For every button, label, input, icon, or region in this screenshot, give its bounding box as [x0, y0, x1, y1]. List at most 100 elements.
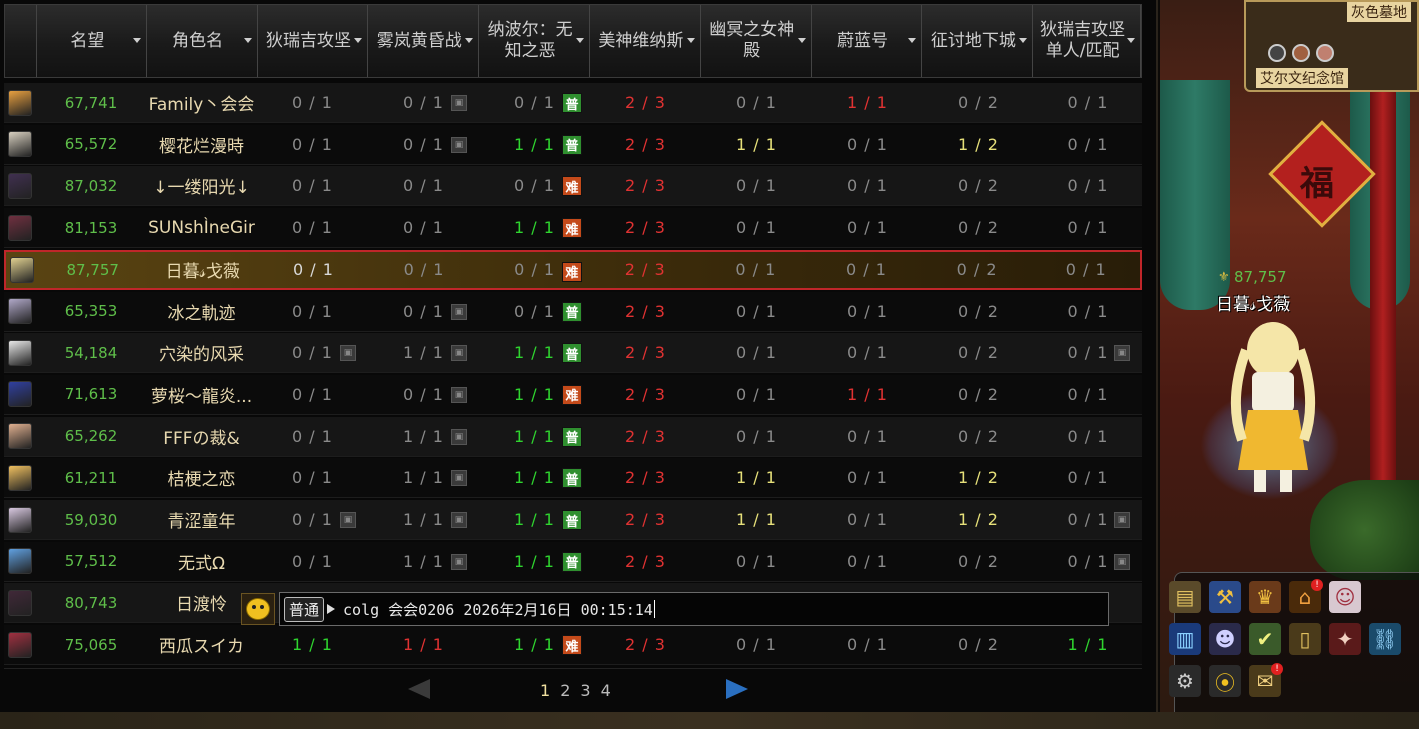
progress-value: 0 / 1	[736, 301, 777, 321]
chat-channel-label[interactable]: 普通	[284, 596, 325, 622]
menu-notes-icon[interactable]: ✉!	[1249, 663, 1283, 697]
column-header-d3[interactable]: 纳波尔：无知之恶	[479, 5, 590, 77]
progress-value: 1 / 1	[403, 468, 444, 488]
table-row[interactable]: 75,065 西瓜スイカ 1 / 1 1 / 1 1 / 1 难 2 / 3 0 / 1 0 /…	[4, 625, 1142, 666]
table-row[interactable]: 65,353 冰之軌迹 0 / 10 / 1 ▣ 0 / 1普2 / 30 / 10 /…	[4, 291, 1142, 332]
menu-crown-icon[interactable]: ♛	[1249, 581, 1281, 613]
progress-cell: 2 / 3	[590, 252, 701, 288]
column-header-d2[interactable]: 雾岚黄昏战	[368, 5, 480, 77]
character-name[interactable]: 日暮𝓈戈薇	[1216, 290, 1290, 315]
page-number[interactable]: 3	[580, 681, 590, 700]
minimap[interactable]: 灰色墓地 艾尔文纪念馆	[1244, 0, 1419, 92]
sort-arrow-icon[interactable]	[576, 38, 584, 43]
sort-arrow-icon[interactable]	[797, 38, 806, 43]
minimap-npc-icon[interactable]	[1316, 44, 1334, 62]
prev-page-arrow-icon[interactable]	[408, 679, 430, 699]
column-header-d7[interactable]: 征讨地下城	[922, 5, 1034, 77]
emoji-button[interactable]	[241, 593, 275, 625]
progress-cell: 1 / 1 ▣	[368, 458, 479, 497]
progress-value: 0 / 1	[736, 426, 777, 446]
page-number[interactable]: 2	[560, 681, 570, 700]
character-name: 穴染的风采	[159, 345, 244, 366]
menu-link-icon[interactable]: ⛓	[1369, 623, 1401, 655]
table-row[interactable]: 81,153 SUNshÌneGir 0 / 1 0 / 1 1 / 1 难 2 / 3 0 …	[4, 208, 1142, 249]
progress-value: 0 / 2	[958, 635, 999, 655]
progress-value: 2 / 3	[625, 343, 666, 363]
table-row[interactable]: 54,184 穴染的风采 0 / 1 ▣ 1 / 1 ▣ 1 / 1普2 / 30 / 10…	[4, 333, 1142, 374]
table-row[interactable]: 59,030 青涩童年 0 / 1 ▣ 1 / 1 ▣ 1 / 1 普 2 / 3 1 / 1 0 …	[4, 500, 1142, 540]
menu-character-icon[interactable]: ☻	[1209, 623, 1241, 655]
progress-cell: 0 / 1	[812, 166, 923, 205]
table-row-selected[interactable]: 87,757 日暮𝓈戈薇 0 / 10 / 10 / 1难2 / 30 / 10 /…	[4, 249, 1142, 290]
normal-difficulty-badge: 普	[562, 510, 582, 530]
character-name: 日暮𝓈戈薇	[165, 262, 240, 283]
notification-badge: !	[1311, 579, 1323, 591]
character-name: ↓一缕阳光↓	[153, 178, 250, 199]
page-number[interactable]: 4	[601, 681, 611, 700]
sort-arrow-icon[interactable]	[132, 38, 141, 43]
menu-home-icon[interactable]: ⌂!	[1289, 579, 1323, 613]
menu-misc-icon[interactable]: ⚙	[1169, 665, 1201, 697]
red-pillar	[1370, 60, 1396, 540]
progress-value: 1 / 1	[403, 343, 444, 363]
avatar	[8, 464, 32, 491]
table-row[interactable]: 87,032 ↓一缕阳光↓ 0 / 10 / 10 / 1难2 / 30 / 10 …	[4, 166, 1142, 207]
table-row[interactable]: 57,512 无式Ω 0 / 11 / 1 ▣ 1 / 1普2 / 30 / 10 / …	[4, 541, 1142, 582]
normal-difficulty-badge: 普	[562, 93, 582, 113]
normal-difficulty-badge: 普	[562, 426, 582, 447]
column-header-d4[interactable]: 美神维纳斯	[590, 5, 701, 77]
page-number[interactable]: 1	[540, 681, 550, 700]
progress-cell: 0 / 1 ▣	[368, 83, 479, 122]
column-header-fame[interactable]: 名望	[37, 5, 147, 77]
table-row[interactable]: 61,211 桔梗之恋 0 / 1 1 / 1 ▣ 1 / 1 普 2 / 3 1 / 1 0 /…	[4, 458, 1142, 499]
menu-tool-icon[interactable]: ⚒	[1209, 581, 1241, 613]
lock-icon: ▣	[340, 345, 356, 362]
column-header-d6[interactable]: 蔚蓝号	[812, 5, 923, 77]
character-sprite[interactable]	[1218, 320, 1328, 495]
menu-scroll-icon[interactable]: ▤	[1169, 581, 1201, 613]
table-row[interactable]: 67,741 Family丶会会 0 / 1 0 / 1 ▣ 0 / 1 普 2 / 3 0 /…	[4, 83, 1142, 123]
column-header-d5[interactable]: 幽冥之女神殿	[701, 5, 812, 77]
progress-cell: 1 / 1	[701, 458, 812, 497]
menu-pet-icon[interactable]: ✦	[1329, 623, 1361, 655]
progress-value: 0 / 1	[1067, 468, 1109, 488]
channel-arrow-icon[interactable]	[327, 604, 336, 614]
progress-cell: 1 / 1	[368, 625, 479, 664]
minimap-npc-icon[interactable]	[1292, 44, 1310, 62]
menu-card-icon[interactable]: ▯	[1289, 623, 1321, 655]
table-row[interactable]: 71,613 萝桜～龍炎... 0 / 1 0 / 1 ▣ 1 / 1 难 2 / 3 0 / …	[4, 374, 1142, 415]
hard-difficulty-badge: 难	[562, 635, 582, 656]
menu-book-icon[interactable]: ▥	[1169, 623, 1201, 655]
fame-value: 65,262	[64, 427, 118, 446]
sort-arrow-icon[interactable]	[908, 38, 917, 43]
sort-arrow-icon[interactable]	[1019, 38, 1028, 43]
progress-value: 2 / 3	[625, 93, 666, 112]
chat-input[interactable]: 普通 colg 会会0206 2026年2月16日 00:15:14	[279, 592, 1109, 626]
progress-cell: 0 / 1	[1034, 458, 1142, 497]
minimap-marker-icon[interactable]	[1268, 44, 1286, 62]
table-row[interactable]: 65,572 樱花烂漫時 0 / 1 0 / 1 ▣ 1 / 1 普 2 / 3 1 / 1 0 …	[4, 124, 1142, 165]
character-name: 无式Ω	[178, 553, 225, 574]
menu-portrait-icon[interactable]: ☺	[1329, 581, 1361, 613]
sort-arrow-icon[interactable]	[243, 38, 252, 43]
sort-arrow-icon[interactable]	[465, 38, 474, 43]
progress-value: 0 / 1	[292, 301, 333, 321]
sort-arrow-icon[interactable]	[686, 38, 695, 43]
column-header-name[interactable]: 角色名	[147, 5, 258, 77]
sort-arrow-icon[interactable]	[1127, 38, 1136, 43]
column-header-d1[interactable]: 狄瑞吉攻坚	[258, 5, 369, 77]
menu-location-icon[interactable]: ⦿	[1209, 665, 1241, 697]
progress-value: 0 / 1	[736, 635, 777, 655]
progress-value: 1 / 1	[403, 551, 444, 571]
sort-arrow-icon[interactable]	[354, 38, 363, 43]
progress-value: 2 / 3	[625, 218, 666, 238]
column-header-label: 蔚蓝号	[837, 30, 889, 51]
table-row[interactable]: 65,262 FFFの裁& 0 / 1 1 / 1 ▣ 1 / 1 普 2 / 3 0 / 1 0…	[4, 416, 1142, 457]
progress-cell: 0 / 1 普	[479, 83, 590, 122]
menu-checklist-icon[interactable]: ✔	[1249, 623, 1281, 655]
progress-value: 2 / 3	[625, 551, 666, 571]
guild-dungeon-progress-panel: 名望 角色名 狄瑞吉攻坚 雾岚黄昏战 纳波尔：无知之恶 美神维纳斯 幽冥之女神殿 蔚蓝号 征讨地…	[0, 0, 1158, 729]
column-header-d8[interactable]: 狄瑞吉攻坚单人/匹配	[1033, 5, 1142, 77]
progress-cell: 0 / 1	[701, 208, 812, 247]
next-page-arrow-icon[interactable]	[726, 679, 748, 699]
